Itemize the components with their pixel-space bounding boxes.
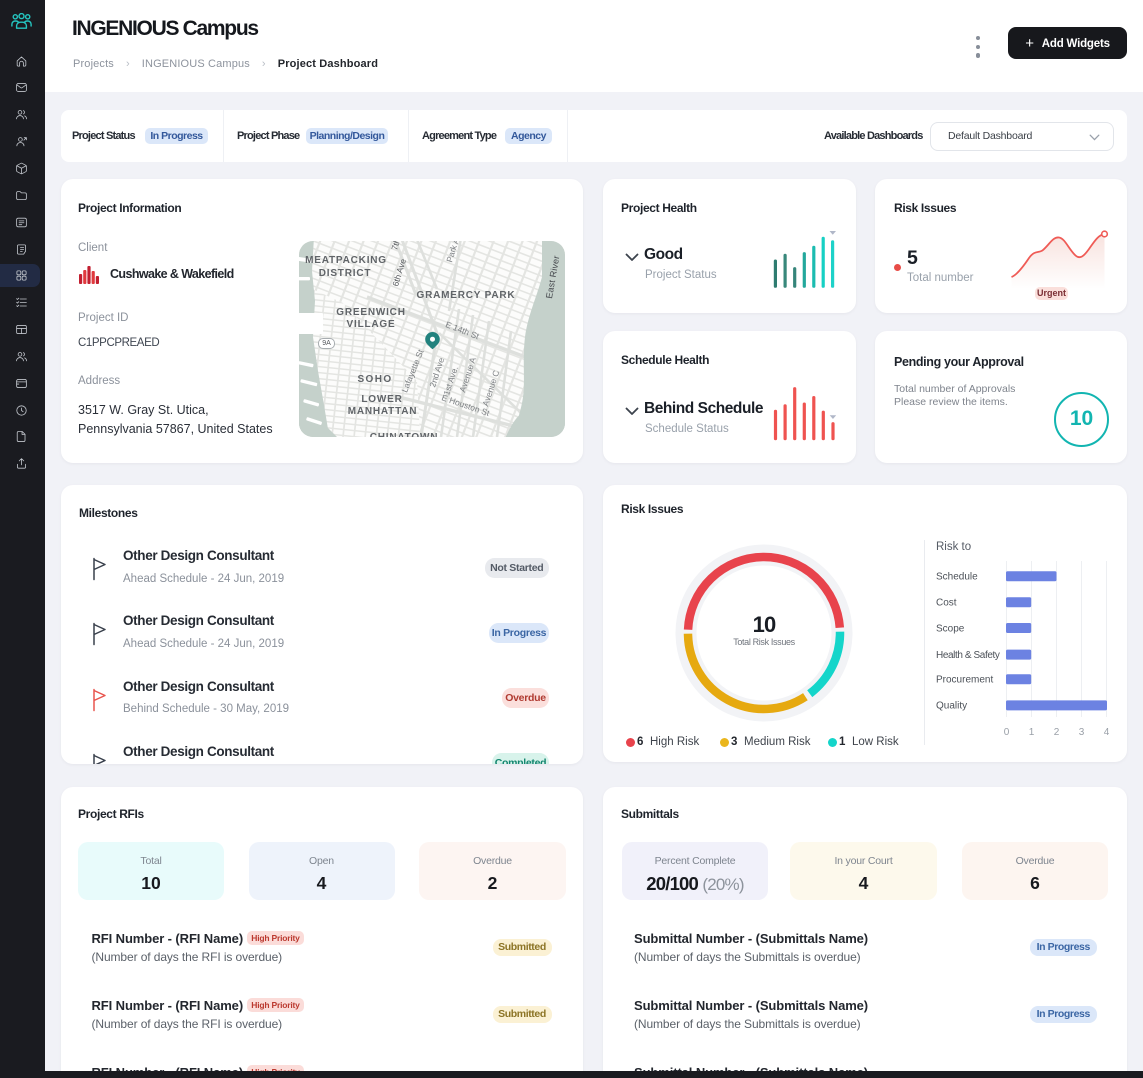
svg-text:0: 0 — [1004, 727, 1010, 738]
svg-text:Cost: Cost — [936, 598, 957, 609]
svg-text:Procurement: Procurement — [936, 675, 993, 686]
svg-text:Schedule: Schedule — [936, 572, 978, 583]
svg-text:Quality: Quality — [936, 701, 967, 712]
svg-text:4: 4 — [1104, 727, 1110, 738]
svg-text:Scope: Scope — [936, 623, 965, 634]
svg-text:3: 3 — [1079, 727, 1085, 738]
svg-text:Health & Safety: Health & Safety — [936, 650, 1000, 661]
svg-text:1: 1 — [1029, 727, 1035, 738]
svg-text:2: 2 — [1054, 727, 1060, 738]
